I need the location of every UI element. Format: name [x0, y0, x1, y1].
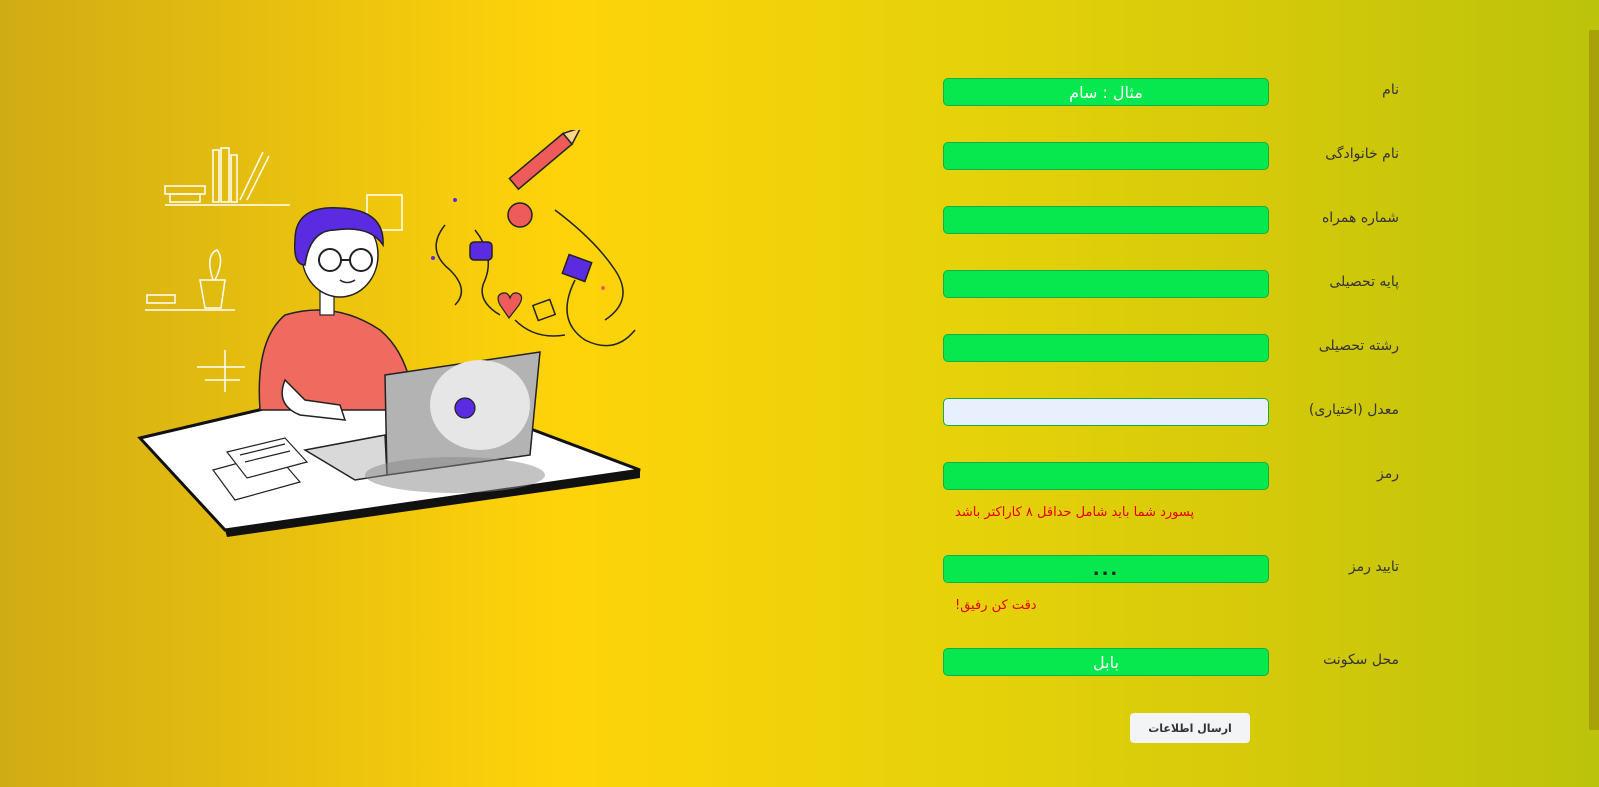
- residence-input[interactable]: [943, 648, 1269, 676]
- form-row-residence: محل سکونت: [0, 648, 1599, 680]
- form-row-gpa: معدل (اختیاری): [0, 398, 1599, 430]
- residence-label: محل سکونت: [1323, 652, 1399, 668]
- confirm-password-input[interactable]: [943, 555, 1269, 583]
- last-name-input[interactable]: [943, 142, 1269, 170]
- last-name-label: نام خانوادگی: [1325, 146, 1399, 162]
- form-row-grade-level: پایه تحصیلی: [0, 270, 1599, 302]
- form-row-confirm-password: تایید رمز: [0, 555, 1599, 587]
- confirm-password-error-message: دقت کن رفیق!: [955, 598, 1037, 613]
- form-row-password: رمز: [0, 462, 1599, 494]
- password-input[interactable]: [943, 462, 1269, 490]
- password-error-message: پسورد شما باید شامل حداقل ۸ کاراکتر باشد: [955, 505, 1195, 520]
- phone-label: شماره همراه: [1321, 210, 1399, 226]
- gpa-label: معدل (اختیاری): [1308, 402, 1399, 418]
- confirm-password-label: تایید رمز: [1348, 559, 1399, 575]
- field-of-study-label: رشته تحصیلی: [1318, 338, 1399, 354]
- gpa-input[interactable]: [943, 398, 1269, 426]
- submit-button[interactable]: ارسال اطلاعات: [1130, 713, 1250, 743]
- first-name-label: نام: [1382, 82, 1399, 98]
- field-of-study-input[interactable]: [943, 334, 1269, 362]
- form-row-field-of-study: رشته تحصیلی: [0, 334, 1599, 366]
- form-row-first-name: نام: [0, 78, 1599, 110]
- phone-input[interactable]: [943, 206, 1269, 234]
- password-label: رمز: [1377, 466, 1399, 482]
- page-scrollbar[interactable]: [1589, 30, 1599, 730]
- grade-level-input[interactable]: [943, 270, 1269, 298]
- form-row-last-name: نام خانوادگی: [0, 142, 1599, 174]
- form-row-phone: شماره همراه: [0, 206, 1599, 238]
- grade-level-label: پایه تحصیلی: [1329, 274, 1399, 290]
- first-name-input[interactable]: [943, 78, 1269, 106]
